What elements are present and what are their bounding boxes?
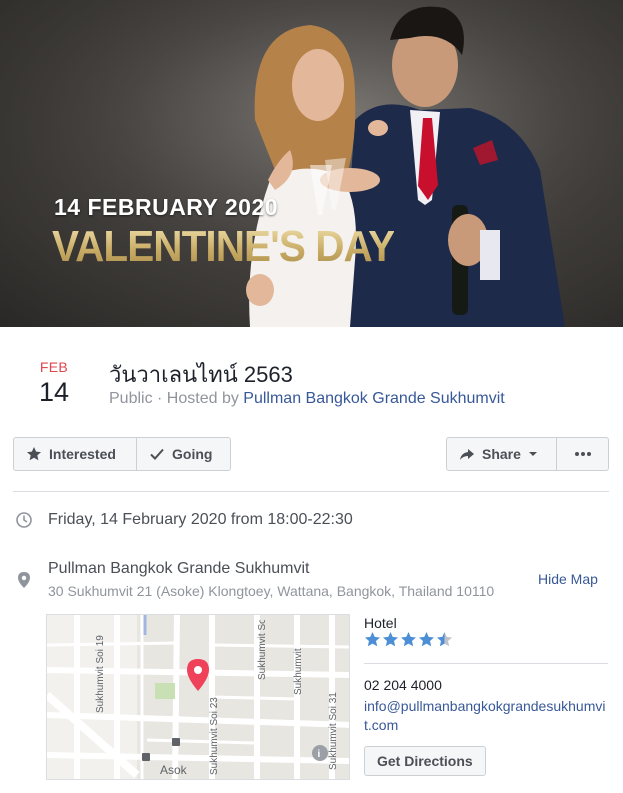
event-title: วันวาเลนไทน์ 2563 bbox=[109, 362, 293, 387]
place-category: Hotel bbox=[364, 615, 397, 631]
cover-date-text: 14 FEBRUARY 2020 bbox=[54, 194, 279, 220]
map-label-soi23-right: Sukhumvit Soi 23 bbox=[257, 620, 268, 680]
interested-button[interactable]: Interested bbox=[13, 437, 137, 471]
event-month: FEB bbox=[39, 359, 69, 375]
section-divider bbox=[13, 491, 609, 492]
star-icon bbox=[27, 447, 41, 461]
map-label-asok: Asok bbox=[160, 763, 187, 777]
rating-star-icon bbox=[419, 632, 434, 647]
clock-icon bbox=[16, 512, 32, 528]
interested-label: Interested bbox=[49, 446, 116, 462]
rating-star-icon bbox=[383, 632, 398, 647]
cover-illustration bbox=[0, 0, 623, 327]
map-label-soi19: Sukhumvit Soi 19 bbox=[95, 635, 106, 713]
share-arrow-icon bbox=[460, 449, 474, 460]
map-label-sukhumvit: Sukhumvit bbox=[293, 648, 304, 695]
location-pin-icon bbox=[18, 572, 30, 588]
cover-title-text: VALENTINE'S DAY bbox=[52, 222, 395, 271]
hide-map-link[interactable]: Hide Map bbox=[538, 571, 598, 587]
more-options-button[interactable] bbox=[556, 437, 609, 471]
share-label: Share bbox=[482, 446, 521, 462]
going-button[interactable]: Going bbox=[136, 437, 231, 471]
rating-star-icon bbox=[437, 632, 452, 647]
hosted-by-prefix: · Hosted by bbox=[152, 390, 244, 407]
ellipsis-icon bbox=[574, 452, 591, 456]
venue-name[interactable]: Pullman Bangkok Grande Sukhumvit bbox=[48, 560, 309, 578]
venue-address: 30 Sukhumvit 21 (Asoke) Klongtoey, Watta… bbox=[48, 583, 495, 599]
map-pin-icon bbox=[187, 659, 209, 691]
event-date-badge: FEB 14 bbox=[24, 359, 84, 408]
going-label: Going bbox=[172, 446, 213, 462]
rating-stars bbox=[364, 631, 453, 648]
event-cover-photo[interactable]: 14 FEBRUARY 2020 VALENTINE'S DAY bbox=[0, 0, 623, 327]
event-meta: Public · Hosted by Pullman Bangkok Grand… bbox=[109, 390, 505, 408]
email-link[interactable]: info@pullmanbangkokgrandesukhumvit.com bbox=[364, 697, 608, 735]
caret-down-icon bbox=[528, 452, 537, 456]
checkmark-icon bbox=[150, 448, 164, 460]
rating-star-icon bbox=[365, 632, 380, 647]
get-directions-button[interactable]: Get Directions bbox=[364, 746, 486, 776]
map-label-soi31: Sukhumvit Soi 31 bbox=[328, 692, 339, 770]
map-streets: i bbox=[47, 615, 349, 779]
share-button[interactable]: Share bbox=[446, 437, 557, 471]
info-divider bbox=[364, 663, 608, 664]
venue-map[interactable]: i Sukhumvit Soi 19 Sukhumvit Soi 23 Sukh… bbox=[46, 614, 350, 780]
map-label-soi23: Sukhumvit Soi 23 bbox=[209, 697, 220, 775]
host-link[interactable]: Pullman Bangkok Grande Sukhumvit bbox=[243, 390, 504, 407]
svg-text:i: i bbox=[318, 749, 321, 760]
event-visibility: Public bbox=[109, 390, 153, 407]
event-day: 14 bbox=[38, 377, 70, 407]
rating-star-icon bbox=[401, 632, 416, 647]
phone-number[interactable]: 02 204 4000 bbox=[364, 677, 442, 693]
event-time: Friday, 14 February 2020 from 18:00-22:3… bbox=[48, 511, 353, 528]
